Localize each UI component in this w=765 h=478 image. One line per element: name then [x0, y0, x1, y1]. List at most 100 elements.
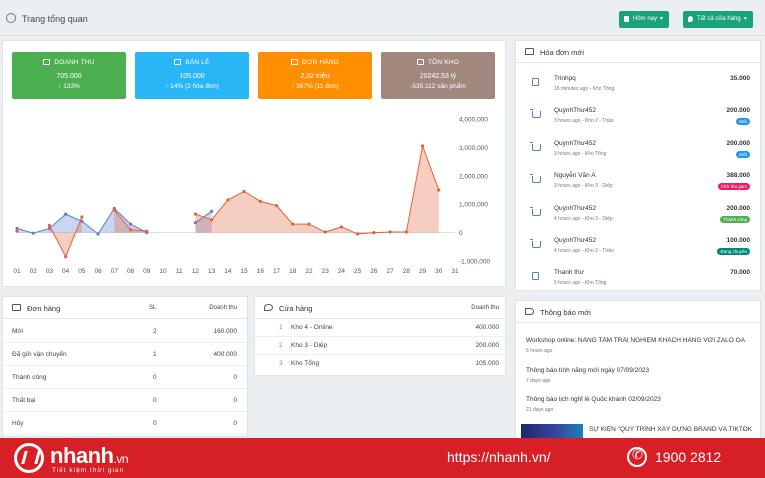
order-status: Mới [12, 328, 24, 335]
x-tick-label: 26 [370, 268, 378, 275]
series-0-point [15, 226, 19, 230]
stat-orders[interactable]: ĐƠN HÀNG 2,32 triệu ↑ 367% (11 đơn) [258, 52, 372, 99]
col-revenue: Doanh thu [471, 305, 499, 311]
notice-time: 21 days ago [526, 407, 554, 413]
orders-header: Đơn hàng SL Doanh thu [3, 297, 247, 319]
hotline-number[interactable]: 1900 2812 [655, 449, 721, 465]
table-row[interactable]: Thành công 0 0 [3, 366, 247, 389]
table-row[interactable]: Thất bại 0 0 [3, 389, 247, 412]
x-tick-label: 11 [176, 268, 183, 275]
notice-link[interactable]: Thông báo tính năng mới ngày 07/09/2023 [526, 367, 756, 374]
x-tick-label: 13 [208, 268, 216, 275]
store-name: Kho 4 - Online [291, 324, 333, 331]
order-revenue: 400.000 [213, 351, 238, 358]
x-tick-label: 08 [127, 268, 135, 275]
x-tick-label: 18 [289, 268, 297, 275]
notices-header: Thông báo mới [516, 301, 760, 323]
invoice-meta: 5 hours ago - Kho Tổng [554, 280, 607, 287]
store-revenue: 200.000 [475, 342, 500, 349]
invoice-customer: QuỳnhThư452 [554, 107, 596, 115]
series-1-point [356, 232, 360, 236]
stat-inventory[interactable]: TỒN KHO 20242,53 tỷ -535.112 sản phẩm [381, 52, 495, 99]
phone-icon [627, 447, 647, 467]
invoice-item[interactable]: QuỳnhThư452 3 hours ago - Kho 2 - Thảo 200… [516, 107, 760, 139]
cart-icon [12, 304, 21, 311]
table-row[interactable]: Mới 2 160.000 [3, 320, 247, 343]
bag-icon [532, 272, 539, 281]
series-1-point [226, 198, 230, 202]
invoice-item[interactable]: Thanh thư 5 hours ago - Kho Tổng 70.000 [516, 269, 760, 301]
website-link[interactable]: https://nhanh.vn/ [447, 449, 551, 465]
invoice-item[interactable]: Trinhpq 15 minutes ago - Kho Tổng 35.000 [516, 75, 760, 107]
series-1-point [145, 229, 149, 233]
series-1-area [195, 145, 439, 235]
x-tick-label: 03 [46, 268, 54, 275]
table-row[interactable]: Đã gửi vận chuyển 1 400.000 [3, 343, 247, 366]
status-badge: Đang chuyển [717, 248, 750, 255]
invoice-amount: 100.000 [726, 237, 751, 244]
stores-card: Cửa hàng Doanh thu 1 Kho 4 - Online 400.… [254, 296, 506, 376]
stat-retail[interactable]: BÁN LẺ 105.000 ↑ 14% (2 hóa đơn) [135, 52, 249, 99]
series-1-point [420, 144, 425, 148]
order-status: Thất bại [12, 397, 36, 404]
megaphone-icon [525, 308, 534, 315]
stat-sub: -535.112 sản phẩm [410, 83, 466, 90]
x-tick-label: 06 [94, 268, 102, 275]
series-0-point [31, 231, 35, 235]
invoice-item[interactable]: QuỳnhThư452 4 hours ago - Kho 3 - Diệp 200… [516, 205, 760, 237]
date-filter-label: Hôm nay [633, 16, 658, 22]
x-tick-label: 07 [111, 268, 119, 275]
x-tick-label: 05 [78, 268, 86, 275]
invoice-item[interactable]: QuỳnhThư452 3 hours ago - Kho Tổng 200.000… [516, 140, 760, 172]
table-row[interactable]: 1 Kho 4 - Online 400.000 [255, 319, 505, 337]
order-qty: 1 [153, 351, 157, 358]
series-1-point [80, 215, 84, 219]
table-row[interactable]: 2 Kho 3 - Diệp 200.000 [255, 337, 505, 355]
notice-link[interactable]: SỰ KIỆN "QUY TRÌNH XÂY DỰNG BRAND VÀ TIK… [589, 426, 759, 433]
col-revenue: Doanh thu [209, 305, 237, 311]
table-row[interactable]: Hủy 0 0 [3, 412, 247, 435]
x-tick-label: 17 [273, 268, 281, 275]
store-index: 1 [279, 324, 283, 331]
series-0-point [210, 209, 214, 213]
status-badge: Thành công [720, 215, 750, 223]
status-badge: Mới [736, 150, 750, 158]
order-status: Đã gửi vận chuyển [12, 351, 67, 358]
bag-icon [532, 78, 539, 86]
chevron-down-icon: ▾ [660, 16, 664, 22]
invoice-amount: 200.000 [726, 107, 751, 115]
series-1-point [388, 230, 392, 234]
brand-text: nhanh [50, 443, 114, 468]
series-0-point [64, 212, 68, 216]
series-1-point [64, 255, 68, 259]
notice-link[interactable]: Workshop online: NÂNG TẦM TRẢI NGHIỆM KH… [526, 337, 756, 344]
stat-sub: ↑ 14% (2 hóa đơn) [165, 83, 219, 90]
store-revenue: 400.000 [475, 324, 500, 331]
date-filter-button[interactable]: Hôm nay ▾ [619, 11, 670, 28]
x-tick-label: 14 [224, 268, 232, 275]
invoice-amount: 200.000 [726, 204, 751, 212]
box-icon [416, 59, 424, 65]
notices-card: Thông báo mới Workshop online: NÂNG TẦM … [515, 300, 761, 440]
x-tick-label: 24 [338, 268, 346, 275]
location-icon [688, 16, 693, 22]
notice-time: 5 hours ago [526, 348, 553, 354]
table-row[interactable]: 3 Kho Tổng 105.000 [255, 355, 505, 373]
store-name: Kho Tổng [291, 360, 320, 367]
x-tick-label: 04 [62, 268, 70, 275]
stat-value: 705.000 [56, 73, 82, 80]
x-tick-label: 23 [322, 268, 330, 275]
stat-revenue[interactable]: DOANH THU 705.000 ↑ 133% [12, 52, 126, 99]
orders-title: Đơn hàng [27, 304, 61, 313]
orders-card: Đơn hàng SL Doanh thu Mới 2 160.000 Đã g… [2, 296, 248, 437]
series-1-point [193, 212, 198, 216]
notice-link[interactable]: Thông báo lịch nghỉ lễ Quốc khánh 02/09/… [526, 396, 756, 403]
invoice-item[interactable]: QuỳnhThư452 4 hours ago - Kho 2 - Thảo 100… [516, 237, 760, 269]
invoice-amount: 200.000 [726, 139, 751, 147]
store-filter-button[interactable]: Tất cả cửa hàng ▾ [683, 11, 753, 28]
bag-icon [174, 59, 182, 65]
series-1-point [47, 223, 52, 228]
invoice-item[interactable]: Nguyễn Văn A 3 hours ago - Kho 3 - Diệp 38… [516, 172, 760, 204]
x-tick-label: 30 [435, 268, 443, 275]
series-1-point [291, 222, 295, 226]
